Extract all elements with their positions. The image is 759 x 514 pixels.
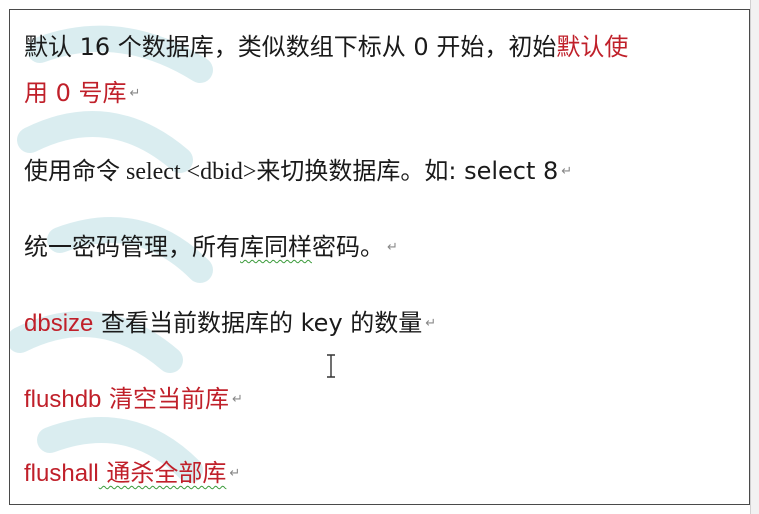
paragraph-default-databases-cont: 用 0 号库 ↵ (24, 70, 140, 117)
line3-part1: 使用命令 select <dbid> (24, 159, 257, 185)
paragraph-flushdb: flushdb 清空当前库 ↵ (24, 376, 243, 423)
text-cursor-icon (327, 354, 335, 378)
paragraph-mark-icon: ↵ (129, 86, 141, 101)
dbsize-command: dbsize (24, 310, 94, 337)
line3-part2: 来切换数据库。如: select 8 (256, 157, 559, 185)
paragraph-mark-icon: ↵ (387, 240, 398, 255)
paragraph-default-databases: 默认 16 个数据库，类似数组下标从 0 开始，初始默认使 (24, 24, 628, 70)
flushdb-command: flushdb (24, 386, 102, 413)
spellcheck-underlined-text: 库同样 (240, 233, 312, 261)
line4-part1: 统一密码管理，所有 (24, 233, 240, 261)
flushdb-description: 清空当前库 (101, 385, 230, 413)
dbsize-description: 查看当前数据库的 key 的数量 (93, 309, 423, 337)
document-page: 默认 16 个数据库，类似数组下标从 0 开始，初始默认使 用 0 号库 ↵ 使用… (9, 9, 750, 505)
paragraph-flushall: flushall 通杀全部库 ↵ (24, 450, 240, 497)
window-edge (750, 0, 759, 514)
line2-red-text: 用 0 号库 (24, 79, 127, 107)
line1-text: 默认 16 个数据库，类似数组下标从 0 开始，初始 (24, 33, 557, 61)
flushall-command: flushall (24, 460, 99, 487)
paragraph-mark-icon: ↵ (425, 316, 437, 331)
paragraph-password: 统一密码管理，所有库同样密码。 ↵ (24, 224, 398, 271)
paragraph-dbsize: dbsize 查看当前数据库的 key 的数量 ↵ (24, 300, 436, 347)
paragraph-select-command: 使用命令 select <dbid>来切换数据库。如: select 8 ↵ (24, 148, 572, 195)
flushall-description: 通杀全部库 (98, 459, 227, 487)
paragraph-mark-icon: ↵ (229, 466, 241, 481)
line1-red-text: 默认使 (556, 33, 629, 61)
paragraph-mark-icon: ↵ (561, 164, 573, 179)
paragraph-mark-icon: ↵ (232, 392, 243, 407)
line4-part2: 密码。 (312, 233, 384, 261)
